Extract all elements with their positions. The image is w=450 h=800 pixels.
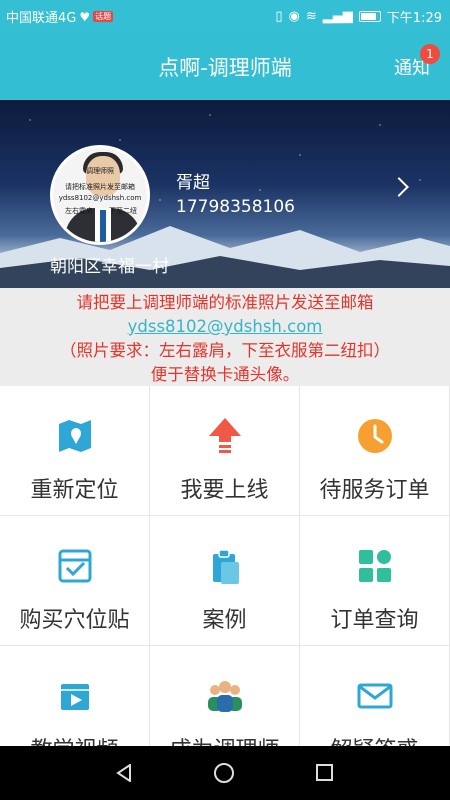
vibrate-icon: ▯ [275,9,283,24]
notice-count-badge: 1 [420,44,440,64]
menu-item-label: 案例 [202,608,247,633]
battery-icon [358,11,381,22]
profile-hero[interactable]: 调理师照 请把标准照片发至邮箱 ydss8102@ydshsh.com 左右露肩… [0,100,450,288]
menu-item-label: 重新定位 [30,478,119,503]
menu-item-label: 教学视频 [0,732,149,746]
video-icon [61,684,89,710]
carrier-label: 中国联通4G [6,11,77,26]
menu-item-go-online[interactable]: 我要上线 [150,386,300,516]
avatar-watermark-line4-right: 下至二纽 [109,207,137,215]
signal-icon: ▂▄▆ [322,9,353,24]
menu-item-label: 购买穴位贴 [19,608,130,633]
clipboard-icon [213,549,239,584]
menu-item-label: 订单查询 [330,608,419,633]
district-label: 朝阳区幸福一村 [50,257,169,277]
notice-email-link[interactable]: ydss8102@ydshsh.com [0,315,450,339]
clock-time: 下午1:29 [386,11,442,26]
avatar-watermark-line3: ydss8102@ydshsh.com [58,194,142,202]
notice-line3: （照片要求：左右露肩，下至衣服第二纽扣） [60,341,390,360]
mail-icon [357,683,393,709]
clock-icon [358,419,392,453]
app-badge: 话题 [93,11,114,22]
menu-grid: 重新定位 我要上线 待服务订单 购买穴位贴 案例 订单查询 [0,386,450,746]
avatar[interactable]: 调理师照 请把标准照片发至邮箱 ydss8102@ydshsh.com 左右露肩… [50,145,150,245]
menu-item-faq[interactable]: 解疑答惑 [300,646,450,746]
menu-item-teaching-videos[interactable]: 教学视频 [0,646,150,746]
home-icon[interactable] [214,763,234,783]
menu-item-pending-orders[interactable]: 待服务订单 [300,386,450,516]
status-right: ▯ ◉ ≋ ▂▄▆ 下午1:29 [275,7,442,26]
photo-notice-panel: 请把要上调理师端的标准照片发送至邮箱 ydss8102@ydshsh.com （… [0,288,450,386]
menu-item-order-query[interactable]: 订单查询 [300,516,450,646]
upload-arrow-icon [209,418,241,453]
team-icon [208,681,242,712]
system-nav-bar [0,746,450,800]
notice-line1: 请把要上调理师端的标准照片发送至邮箱 [76,293,374,312]
menu-item-relocate[interactable]: 重新定位 [0,386,150,516]
menu-item-buy-patches[interactable]: 购买穴位贴 [0,516,150,646]
menu-item-become-therapist[interactable]: 成为调理师 [150,646,300,746]
menu-item-label: 成为调理师 [150,732,299,746]
app-header: 点啊-调理师端 通知 1 [0,30,450,100]
eye-icon: ◉ [288,9,300,24]
menu-item-label: 待服务订单 [319,478,430,503]
heart-icon: ♥ [79,9,91,24]
page-title: 点啊-调理师端 [158,56,292,80]
recent-apps-icon[interactable] [316,764,333,781]
wifi-icon: ≋ [305,9,317,24]
avatar-watermark-line1: 调理师照 [86,167,114,175]
grid-blocks-icon [359,550,391,582]
user-name: 胥超 [176,173,210,193]
back-icon[interactable] [116,764,134,782]
notice-line4: 便于替换卡通头像。 [150,365,300,384]
menu-item-label: 我要上线 [180,478,269,503]
avatar-watermark-line2: 请把标准照片发至邮箱 [65,183,135,191]
status-left: 中国联通4G ♥ 话题 [6,7,114,26]
inbox-check-icon [58,549,92,583]
user-phone: 17798358106 [176,197,295,217]
menu-item-cases[interactable]: 案例 [150,516,300,646]
map-location-icon [59,420,91,452]
menu-item-label: 解疑答惑 [300,732,449,746]
status-bar: 中国联通4G ♥ 话题 ▯ ◉ ≋ ▂▄▆ 下午1:29 [0,0,450,30]
